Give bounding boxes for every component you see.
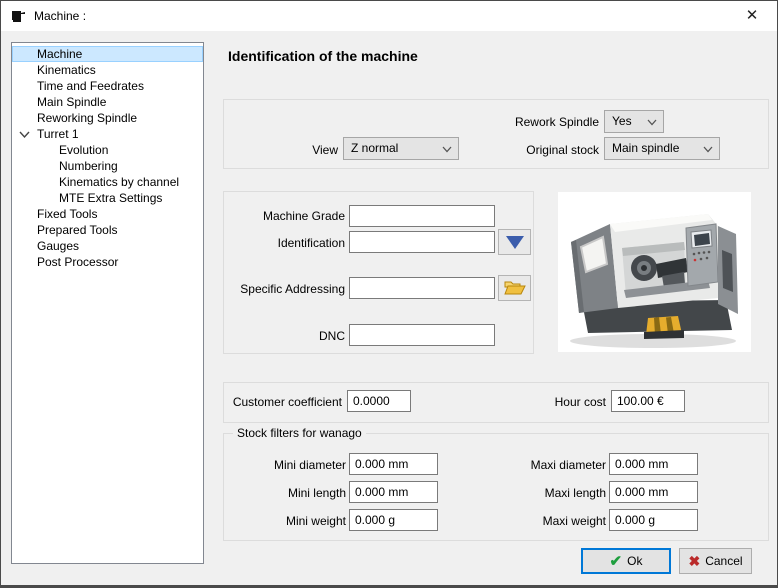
original-stock-select[interactable]: Main spindle [604,137,720,160]
machine-grade-label: Machine Grade [262,209,345,223]
maxi-weight-input[interactable] [609,509,698,531]
close-icon[interactable]: ✕ [731,1,773,31]
cross-icon: ✖ [688,553,701,569]
tree-item-label: Kinematics by channel [59,175,180,189]
customer-coefficient-label: Customer coefficient [232,395,342,409]
check-icon: ✔ [609,552,623,570]
window-title: Machine : [34,9,87,23]
tree-item-label: MTE Extra Settings [59,191,163,205]
maxi-diameter-input[interactable] [609,453,698,475]
view-value: Z normal [351,141,399,155]
sidebar-item-evolution[interactable]: Evolution [12,142,203,158]
machine-photo [558,192,751,352]
identification-dropdown-button[interactable] [498,229,531,255]
sidebar-item-post-processor[interactable]: Post Processor [12,254,203,270]
stock-filters-title: Stock filters for wanago [233,426,366,440]
original-stock-label: Original stock [526,143,599,157]
tree-item-label: Reworking Spindle [37,111,138,125]
hour-cost-label: Hour cost [554,395,606,409]
rework-spindle-label: Rework Spindle [514,115,599,129]
original-stock-value: Main spindle [612,141,680,155]
sidebar-item-reworking-spindle[interactable]: Reworking Spindle [12,110,203,126]
rework-spindle-value: Yes [612,114,632,128]
tree-item-label: Gauges [37,239,80,253]
specific-addressing-input[interactable] [349,277,495,299]
view-label: View [312,143,338,157]
sidebar-item-mte-extra-settings[interactable]: MTE Extra Settings [12,190,203,206]
identification-label: Identification [277,236,345,250]
mini-weight-input[interactable] [349,509,438,531]
maxi-length-input[interactable] [609,481,698,503]
mini-diameter-label: Mini diameter [273,458,346,472]
sidebar-item-kinematics-by-channel[interactable]: Kinematics by channel [12,174,203,190]
cancel-button-label: Cancel [705,554,743,568]
sidebar-item-main-spindle[interactable]: Main Spindle [12,94,203,110]
page-title: Identification of the machine [228,48,418,64]
machine-icon [12,11,25,22]
chevron-down-icon[interactable] [19,130,30,139]
dropdown-triangle-icon [505,235,524,249]
tree-item-label: Evolution [59,143,109,157]
hour-cost-input[interactable] [611,390,685,412]
folder-open-icon [503,281,526,295]
tree-item-label: Prepared Tools [37,223,118,237]
mini-diameter-input[interactable] [349,453,438,475]
dnc-input[interactable] [349,324,495,346]
mini-length-input[interactable] [349,481,438,503]
sidebar-item-fixed-tools[interactable]: Fixed Tools [12,206,203,222]
tree-item-label: Numbering [59,159,118,173]
sidebar-item-numbering[interactable]: Numbering [12,158,203,174]
tree-item-label: Kinematics [37,63,96,77]
maxi-weight-label: Maxi weight [542,514,606,528]
mini-length-label: Mini length [287,486,346,500]
settings-tree: Machine Kinematics Time and Feedrates Ma… [11,42,204,564]
specific-addressing-label: Specific Addressing [240,282,345,296]
ok-button[interactable]: ✔ Ok [581,548,671,574]
sidebar-item-machine[interactable]: Machine [12,46,203,62]
identification-input[interactable] [349,231,495,253]
ok-button-label: Ok [627,554,643,568]
view-select[interactable]: Z normal [343,137,459,160]
sidebar-item-turret-1[interactable]: Turret 1 [12,126,203,142]
machine-dialog: Machine : ✕ Machine Kinematics Time and … [0,0,778,588]
title-bar: Machine : ✕ [1,1,777,31]
machine-grade-input[interactable] [349,205,495,227]
chevron-down-icon [647,119,657,126]
customer-coefficient-input[interactable] [347,390,411,412]
sidebar-item-prepared-tools[interactable]: Prepared Tools [12,222,203,238]
chevron-down-icon [703,146,713,153]
maxi-diameter-label: Maxi diameter [530,458,606,472]
dnc-label: DNC [319,329,345,343]
cancel-button[interactable]: ✖ Cancel [679,548,752,574]
sidebar-item-time-and-feedrates[interactable]: Time and Feedrates [12,78,203,94]
mini-weight-label: Mini weight [285,514,346,528]
browse-folder-button[interactable] [498,275,531,301]
sidebar-item-kinematics[interactable]: Kinematics [12,62,203,78]
sidebar-item-gauges[interactable]: Gauges [12,238,203,254]
tree-item-label: Post Processor [37,255,119,269]
tree-item-label: Turret 1 [37,127,79,141]
rework-spindle-select[interactable]: Yes [604,110,664,133]
maxi-length-label: Maxi length [544,486,606,500]
tree-item-label: Fixed Tools [37,207,98,221]
tree-item-label: Time and Feedrates [37,79,144,93]
tree-item-label: Main Spindle [37,95,107,109]
tree-item-label: Machine [37,47,83,61]
